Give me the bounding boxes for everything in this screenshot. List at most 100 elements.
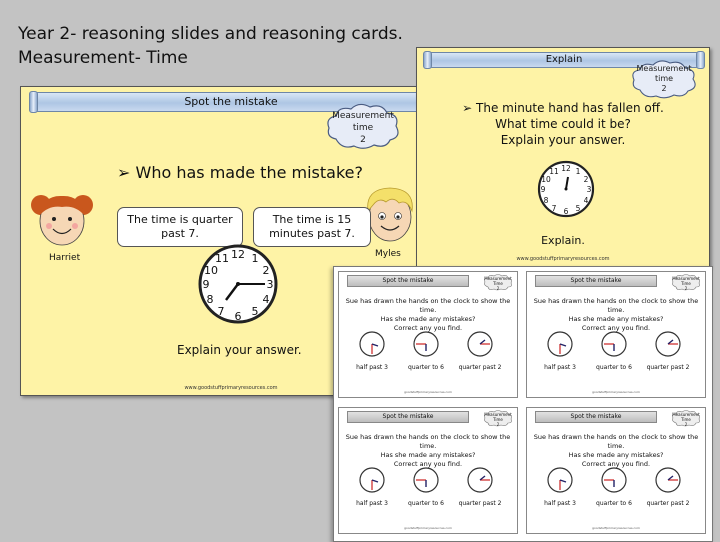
svg-text:5: 5: [252, 305, 259, 318]
right-slide-footer: www.goodstuffprimaryresources.com: [516, 256, 610, 262]
cloud-line-2: time: [352, 123, 374, 133]
reasoning-card: Spot the mistake Measurement Time 2 Sue ha…: [526, 271, 706, 398]
clock-icon: [413, 331, 439, 357]
card-clock-label: quarter to 6: [596, 364, 632, 371]
card-clock-label: quarter to 6: [596, 500, 632, 507]
card-clock: quarter to 6: [401, 466, 451, 507]
myles-name: Myles: [375, 249, 401, 259]
card-cloud: Measurement Time 2: [483, 409, 513, 427]
svg-text:1: 1: [252, 252, 259, 265]
card-clock: quarter past 2: [455, 330, 505, 371]
svg-text:9: 9: [541, 185, 546, 194]
left-slide-footer: www.goodstuffprimaryresources.com: [184, 385, 278, 391]
reasoning-card: Spot the mistake Measurement Time 2 Sue ha…: [338, 271, 518, 398]
question-text: ➢ Who has made the mistake?: [117, 163, 363, 182]
card-instructions: Sue has drawn the hands on the clock to …: [527, 433, 705, 469]
svg-text:9: 9: [203, 278, 210, 291]
harriet-name: Harriet: [49, 253, 81, 263]
card-cloud-line-3: 2: [496, 422, 500, 427]
svg-text:3: 3: [587, 185, 592, 194]
explain-question-line-3: Explain your answer.: [500, 133, 626, 147]
banner-title: Spot the mistake: [184, 95, 278, 108]
card-line-1: Sue has drawn the hands on the clock to …: [345, 297, 511, 314]
card-clock: half past 3: [535, 330, 585, 371]
reasoning-cards-sheet: Spot the mistake Measurement Time 2 Sue ha…: [333, 266, 713, 542]
explain-cloud-line-3: 2: [661, 84, 667, 93]
card-clock: quarter past 2: [643, 330, 693, 371]
explain-cloud-line-2: time: [654, 74, 674, 83]
svg-text:6: 6: [235, 310, 242, 323]
card-instructions: Sue has drawn the hands on the clock to …: [527, 297, 705, 333]
card-line-2: Has she made any mistakes?: [568, 315, 664, 323]
svg-text:11: 11: [215, 252, 229, 265]
card-clock-label: quarter to 6: [408, 500, 444, 507]
svg-text:7: 7: [218, 305, 225, 318]
svg-text:8: 8: [544, 196, 549, 205]
explain-question-line-2: What time could it be?: [495, 117, 631, 131]
explain-measurement-cloud: Measurement time 2: [629, 58, 699, 100]
clock-icon: [413, 467, 439, 493]
measurement-time-cloud: Measurement time 2: [324, 101, 402, 151]
card-instructions: Sue has drawn the hands on the clock to …: [339, 433, 517, 469]
hour-hand-clock-image: 12 12 345 678 91011: [537, 160, 595, 218]
myles-speech-bubble: The time is 15 minutes past 7.: [253, 207, 371, 247]
svg-text:1: 1: [576, 167, 581, 176]
svg-text:4: 4: [263, 293, 270, 306]
card-line-1: Sue has drawn the hands on the clock to …: [533, 433, 699, 450]
card-cloud: Measurement Time 2: [671, 273, 701, 291]
card-footer: goodstuffprimaryresources.com: [592, 526, 640, 530]
clock-icon: [655, 331, 681, 357]
explain-banner-title: Explain: [545, 54, 583, 65]
card-clock: half past 3: [347, 466, 397, 507]
card-line-2: Has she made any mistakes?: [380, 451, 476, 459]
svg-text:12: 12: [231, 248, 245, 261]
card-clock-label: quarter past 2: [646, 500, 690, 507]
heading-line-2: Measurement- Time: [18, 48, 188, 68]
card-clock-label: quarter to 6: [408, 364, 444, 371]
svg-text:2: 2: [263, 264, 270, 277]
svg-text:7: 7: [552, 204, 557, 213]
explain-cloud-line-1: Measurement: [636, 64, 692, 73]
card-line-2: Has she made any mistakes?: [568, 451, 664, 459]
card-clock-label: quarter past 2: [458, 364, 502, 371]
clock-image: 12 12 345 678 91011: [198, 244, 278, 324]
slide-heading: Year 2- reasoning slides and reasoning c…: [18, 22, 403, 70]
svg-text:3: 3: [267, 278, 274, 291]
clock-icon: [547, 331, 573, 357]
card-banner: Spot the mistake: [347, 275, 469, 287]
card-clock: quarter to 6: [589, 466, 639, 507]
card-clock-label: half past 3: [544, 500, 576, 507]
card-line-1: Sue has drawn the hands on the clock to …: [533, 297, 699, 314]
card-clock-label: half past 3: [356, 364, 388, 371]
card-cloud-line-3: 2: [684, 422, 688, 427]
harriet-speech-bubble: The time is quarter past 7.: [117, 207, 243, 247]
card-clock: quarter to 6: [401, 330, 451, 371]
clock-icon: [547, 467, 573, 493]
card-banner: Spot the mistake: [535, 411, 657, 423]
card-instructions: Sue has drawn the hands on the clock to …: [339, 297, 517, 333]
svg-text:2: 2: [584, 175, 589, 184]
svg-text:10: 10: [204, 264, 218, 277]
card-clock: half past 3: [347, 330, 397, 371]
clock-icon: [655, 467, 681, 493]
card-cloud-line-3: 2: [496, 286, 500, 291]
card-footer: goodstuffprimaryresources.com: [592, 390, 640, 394]
reasoning-card: Spot the mistake Measurement Time 2 Sue ha…: [338, 407, 518, 534]
clock-icon: [601, 467, 627, 493]
svg-text:6: 6: [564, 207, 569, 216]
card-clock-label: quarter past 2: [646, 364, 690, 371]
svg-text:10: 10: [541, 175, 551, 184]
card-clock-label: half past 3: [544, 364, 576, 371]
girl-character-image: [31, 195, 93, 246]
card-clock: quarter to 6: [589, 330, 639, 371]
svg-text:5: 5: [576, 204, 581, 213]
card-footer: goodstuffprimaryresources.com: [404, 390, 452, 394]
clock-icon: [467, 467, 493, 493]
card-cloud-line-3: 2: [684, 286, 688, 291]
clock-icon: [467, 331, 493, 357]
svg-text:12: 12: [561, 164, 571, 173]
explain-question: ➢ The minute hand has fallen off. What t…: [417, 100, 709, 148]
reasoning-card: Spot the mistake Measurement Time 2 Sue ha…: [526, 407, 706, 534]
card-banner: Spot the mistake: [535, 275, 657, 287]
card-clock-label: quarter past 2: [458, 500, 502, 507]
